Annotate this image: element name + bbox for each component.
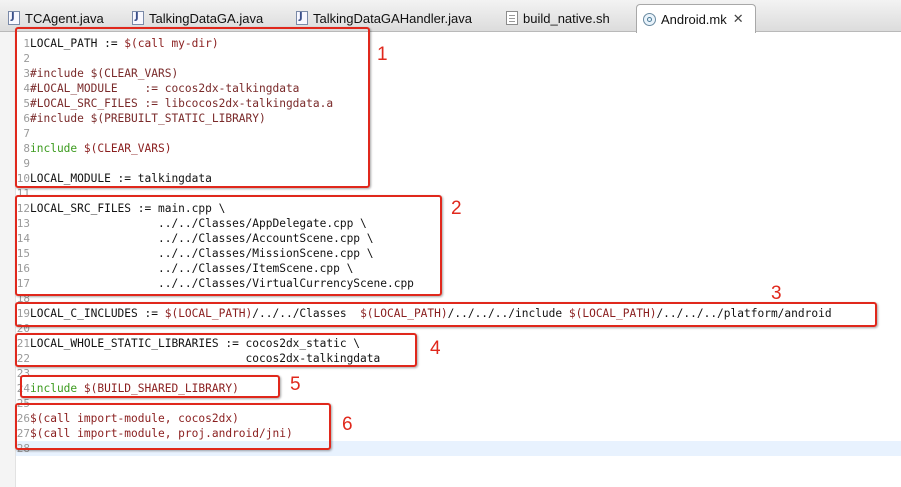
editor-gutter bbox=[0, 32, 16, 487]
annotation-number-1: 1 bbox=[377, 44, 388, 65]
annotation-box-3 bbox=[15, 302, 877, 327]
annotation-number-4: 4 bbox=[430, 338, 441, 359]
shell-file-icon bbox=[506, 11, 518, 25]
annotation-box-4 bbox=[15, 333, 417, 367]
annotation-box-1 bbox=[15, 27, 370, 188]
makefile-icon bbox=[643, 12, 656, 26]
annotation-box-5 bbox=[20, 375, 280, 398]
close-tab-icon[interactable]: ✕ bbox=[733, 11, 744, 27]
java-file-icon bbox=[296, 11, 308, 25]
annotation-box-2 bbox=[15, 195, 442, 296]
annotation-box-6 bbox=[15, 403, 331, 450]
annotation-number-3: 3 bbox=[771, 283, 782, 304]
java-file-icon bbox=[132, 11, 144, 25]
annotation-number-6: 6 bbox=[342, 414, 353, 435]
tab-label: TalkingDataGA.java bbox=[149, 10, 264, 26]
tab-label: TCAgent.java bbox=[25, 10, 104, 26]
java-file-icon bbox=[8, 11, 20, 25]
annotation-number-2: 2 bbox=[451, 198, 462, 219]
tab-label: Android.mk bbox=[661, 11, 727, 27]
tab-android-mk[interactable]: Android.mk ✕ bbox=[636, 4, 756, 33]
tab-label: build_native.sh bbox=[523, 10, 610, 26]
tab-build-native-sh[interactable]: build_native.sh bbox=[500, 4, 630, 32]
annotation-number-5: 5 bbox=[290, 374, 301, 395]
tab-label: TalkingDataGAHandler.java bbox=[313, 10, 472, 26]
